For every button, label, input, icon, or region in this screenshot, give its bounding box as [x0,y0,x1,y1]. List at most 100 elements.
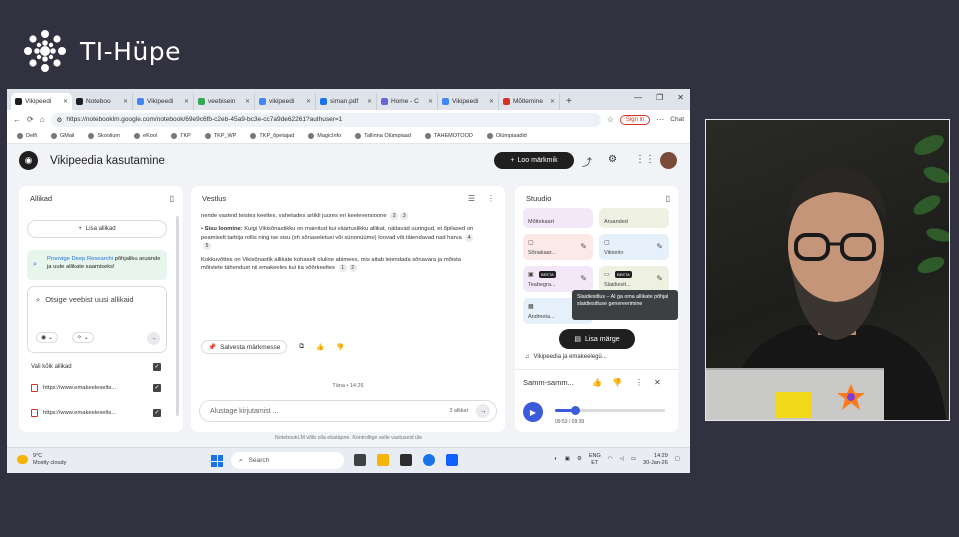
sign-in-button[interactable]: Sign in [619,114,651,125]
source-checkbox[interactable]: ✓ [153,409,161,417]
battery-icon[interactable]: ▭ [631,456,636,463]
studio-card-slide-deck[interactable]: ▭ BEETA Slaidiesit... ✎ [599,266,669,292]
tray-icon[interactable]: ◐ [554,456,557,463]
tray-icon[interactable]: ▣ [565,456,570,463]
share-icon[interactable]: ⤴ [582,154,592,169]
weather-widget[interactable]: 9°C Mostly cloudy [17,453,66,466]
minimize-icon[interactable]: — [634,93,642,102]
browser-tab[interactable]: veebisein ✕ [194,93,255,110]
browser-tab[interactable]: Home - C ✕ [377,93,438,110]
source-checkbox[interactable]: ✓ [153,384,161,392]
close-window-icon[interactable]: ✕ [677,93,684,102]
sources-scrollbar[interactable] [176,216,179,416]
more-icon[interactable]: ⋮ [635,378,643,387]
bookmark-item[interactable]: Olümpiaadid [486,133,527,139]
notebooklm-logo-icon[interactable]: ◉ [19,151,38,170]
notification-icon[interactable]: ▢ [675,456,680,463]
bookmark-item[interactable]: Delfi [17,133,37,139]
browser-tab[interactable]: Vikipeedi ✕ [133,93,194,110]
windows-start-icon[interactable] [211,455,223,467]
collapse-panel-icon[interactable]: ▯ [666,194,670,203]
citation[interactable]: 2 [348,263,357,272]
close-tab-icon[interactable]: ✕ [184,98,189,105]
source-item[interactable]: https://www.emakeeleselts... ✓ [31,409,161,417]
new-tab-button[interactable]: + [560,96,578,110]
chat-button[interactable]: Chat [670,116,684,123]
citation[interactable]: 2 [390,212,399,220]
bookmark-star-icon[interactable]: ☆ [607,115,614,124]
taskbar-search[interactable]: ⌕ Search [231,452,344,469]
browser-tab[interactable]: Vikipeedi ✕ [438,93,499,110]
browser-tab[interactable]: Vikipeedi ✕ [11,93,72,110]
bookmark-item[interactable]: Skoolium [88,133,120,139]
citation[interactable]: 1 [338,263,347,272]
home-icon[interactable]: ⌂ [40,115,45,124]
close-tab-icon[interactable]: ✕ [123,98,128,105]
research-mode-select[interactable]: ✧ ⌄ [72,332,94,343]
browser-tab[interactable]: Noteboo ✕ [72,93,133,110]
source-item[interactable]: https://www.emakeeleselts... ✓ [31,384,161,392]
citation[interactable]: 4 [465,233,474,242]
apps-grid-icon[interactable]: ⋮⋮ [635,154,655,165]
studio-card-flashcards[interactable]: ▢ Sõnakaar... ✎ [523,234,593,260]
edit-icon[interactable]: ✎ [656,274,663,283]
send-button[interactable]: → [476,404,490,418]
thumbs-up-icon[interactable]: 👍 [316,343,324,351]
bookmark-item[interactable]: eKool [134,133,157,139]
browser-tab[interactable]: vikipeedi ✕ [255,93,316,110]
close-tab-icon[interactable]: ✕ [428,98,433,105]
close-tab-icon[interactable]: ✕ [306,98,311,105]
chat-settings-icon[interactable]: ☰ [468,194,475,203]
web-source-select[interactable]: ◉ ⌄ [36,332,58,343]
select-all-checkbox[interactable]: ✓ [153,363,161,371]
outlook-icon[interactable] [446,454,458,466]
thumbs-down-icon[interactable]: 👎 [336,343,344,351]
edit-icon[interactable]: ✎ [656,242,663,251]
studio-card-mind-map[interactable]: Mõttekaart [523,208,593,228]
bookmark-item[interactable]: GMail [51,133,74,139]
site-info-icon[interactable]: ⚙ [57,116,63,124]
wifi-icon[interactable]: ◠ [608,456,613,463]
submit-search-button[interactable]: → [147,332,160,345]
close-tab-icon[interactable]: ✕ [63,98,68,105]
thumbs-up-icon[interactable]: 👍 [592,378,602,387]
web-search-input[interactable]: Otsige veebist uusi allikaid [45,295,133,305]
close-tab-icon[interactable]: ✕ [367,98,372,105]
settings-icon[interactable]: ⚙ [608,154,617,165]
progress-knob[interactable] [570,406,580,415]
deep-research-banner[interactable]: ⌕ Proovige Deep Researchi põhjaliku arua… [27,250,167,280]
create-notebook-button[interactable]: + Loo märkmik [494,152,574,169]
bookmark-item[interactable]: Tallinna Olümpiaad [355,133,411,139]
more-menu-icon[interactable]: ⋯ [656,115,664,124]
file-explorer-icon[interactable] [377,454,389,466]
studio-card-quiz[interactable]: ▢ Viktoriin ✎ [599,234,669,260]
citation[interactable]: 5 [203,242,211,251]
maximize-icon[interactable]: ❐ [656,93,663,102]
browser-tab[interactable]: siman.pdf ✕ [316,93,377,110]
url-field[interactable]: ⚙ https://notebooklm.google.com/notebook… [50,112,601,127]
reload-icon[interactable]: ⟳ [27,115,34,124]
app-icon[interactable] [400,454,412,466]
back-icon[interactable]: ← [13,115,21,124]
close-tab-icon[interactable]: ✕ [245,98,250,105]
clock[interactable]: 14:29 30-Jan-26 [643,453,668,466]
add-note-button[interactable]: ▤ Lisa märge [559,329,635,349]
play-button[interactable]: ▶ [523,402,543,422]
chat-composer[interactable]: Alustage kirjutamist ... 3 allikat → [199,400,497,422]
thumbs-down-icon[interactable]: 👎 [612,378,622,387]
close-tab-icon[interactable]: ✕ [550,98,555,105]
audio-progress-slider[interactable] [555,406,665,415]
edit-icon[interactable]: ✎ [580,274,587,283]
close-icon[interactable]: ✕ [654,378,661,387]
browser-tab[interactable]: Mõtlemine ✕ [499,93,560,110]
studio-card-infographic[interactable]: ▣ BEETA Teabegra... ✎ [523,266,593,292]
copy-icon[interactable]: ⧉ [299,343,304,351]
edit-icon[interactable]: ✎ [580,242,587,251]
save-to-note-button[interactable]: 📌 Salvesta märkmesse [201,340,288,354]
studio-card-reports[interactable]: Aruanded [599,208,669,228]
avatar[interactable] [660,152,677,169]
bookmark-item[interactable]: TKP [171,133,191,139]
add-sources-button[interactable]: + Lisa allikad [27,220,167,238]
chat-input[interactable]: Alustage kirjutamist ... [210,408,449,415]
notebook-title[interactable]: Vikipeedia kasutamine [50,155,165,167]
